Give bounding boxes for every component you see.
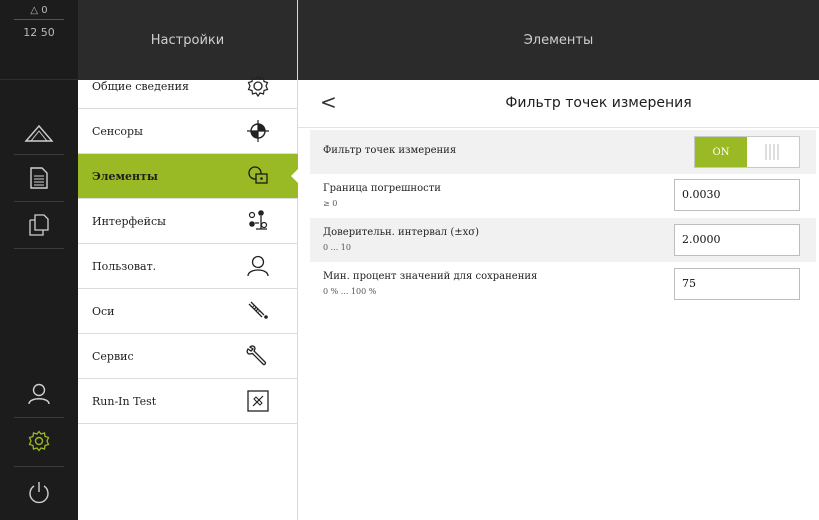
menu-item-sensors[interactable]: Сенсоры [78, 109, 298, 154]
menu-item-run-in-test[interactable]: Run-In Test [78, 379, 298, 424]
wrench-icon [246, 345, 267, 366]
user-icon [247, 255, 269, 277]
interfaces-icon [248, 210, 268, 230]
min-percent-input[interactable]: 75 [674, 268, 800, 300]
menu-item-label: Оси [92, 304, 115, 318]
min-percent-range: 0 % ... 100 % [323, 287, 377, 296]
copy-documents-icon [29, 214, 49, 236]
main-sidebar: △ 0 12 50 [0, 0, 78, 520]
file-manager-button[interactable] [0, 202, 78, 248]
menu-item-label: Интерфейсы [92, 214, 166, 228]
elements-icon [248, 166, 268, 184]
user-icon [28, 383, 50, 405]
error-limit-input[interactable]: 0.0030 [674, 179, 800, 211]
sidebar-divider [14, 248, 64, 249]
power-button[interactable] [0, 470, 78, 516]
toggle-grip-icon [747, 137, 799, 167]
menu-item-service[interactable]: Сервис [78, 334, 298, 379]
confidence-interval-range: 0 ... 10 [323, 243, 351, 252]
menu-item-users[interactable]: Пользоват. [78, 244, 298, 289]
settings-button[interactable] [0, 418, 78, 464]
elements-panel-title: Элементы [298, 0, 819, 80]
status-area: △ 0 12 50 [0, 0, 78, 80]
axes-icon [248, 301, 268, 319]
confidence-interval-label: Доверительн. интервал (±xσ) [323, 227, 479, 238]
warning-counter[interactable]: △ 0 [0, 5, 78, 16]
menu-item-elements[interactable]: Элементы [78, 154, 299, 199]
measure-button[interactable] [0, 110, 78, 156]
filter-toggle-label: Фильтр точек измерения [323, 145, 457, 156]
menu-item-label: Элементы [92, 169, 158, 183]
report-button[interactable] [0, 155, 78, 201]
clock: 12 50 [23, 26, 55, 39]
min-percent-row: Мин. процент значений для сохранения 0 %… [310, 262, 816, 306]
sensor-target-icon [247, 120, 269, 142]
menu-item-label: Пользоват. [92, 259, 157, 273]
status-separator [14, 19, 64, 20]
settings-gear-icon [28, 430, 50, 452]
filter-toggle-switch[interactable]: ON [694, 136, 800, 168]
gear-icon [247, 74, 269, 98]
filter-toggle-row: Фильтр точек измерения ON [310, 130, 816, 174]
toggle-on-state: ON [695, 137, 747, 167]
filter-header: < Фильтр точек измерения [298, 80, 819, 128]
menu-item-general-info[interactable]: Общие сведения [78, 64, 298, 109]
settings-menu: Настройки Общие сведения Сенсоры Элемент… [78, 0, 299, 520]
page-title: Фильтр точек измерения [505, 95, 692, 111]
menu-item-axes[interactable]: Оси [78, 289, 298, 334]
error-limit-row: Граница погрешности ≥ 0 0.0030 [310, 174, 816, 218]
confidence-interval-input[interactable]: 2.0000 [674, 224, 800, 256]
power-icon [29, 482, 49, 504]
menu-item-label: Run-In Test [92, 394, 157, 408]
min-percent-label: Мин. процент значений для сохранения [323, 271, 538, 282]
sidebar-divider [14, 466, 64, 467]
error-limit-range: ≥ 0 [323, 199, 338, 208]
menu-item-label: Сервис [92, 349, 134, 363]
run-in-test-icon [247, 390, 269, 412]
elements-panel: Элементы < Фильтр точек измерения Фильтр… [298, 0, 819, 520]
confidence-interval-row: Доверительн. интервал (±xσ) 0 ... 10 2.0… [310, 218, 816, 262]
menu-item-label: Сенсоры [92, 124, 143, 138]
menu-item-interfaces[interactable]: Интерфейсы [78, 199, 298, 244]
menu-item-label: Общие сведения [92, 79, 189, 93]
error-limit-label: Граница погрешности [323, 183, 441, 194]
user-login-button[interactable] [0, 371, 78, 417]
document-icon [30, 167, 48, 189]
measure-triangle-icon [24, 124, 54, 142]
